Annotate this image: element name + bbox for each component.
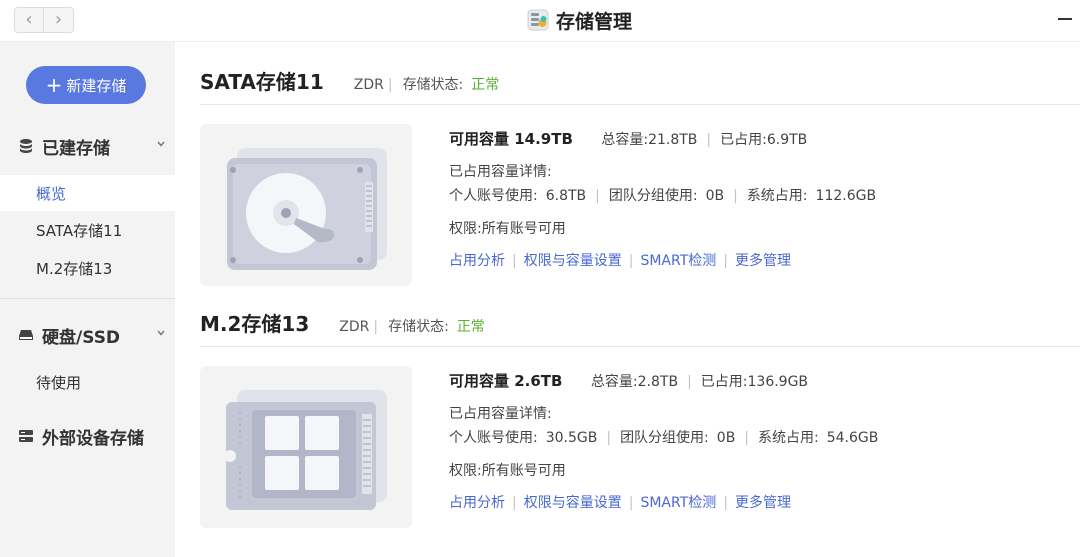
- used-value: 136.9GB: [747, 374, 809, 390]
- chevron-left-icon: ‹: [25, 9, 33, 30]
- used-label: 已占用:: [720, 132, 767, 148]
- storage-app-icon: [527, 9, 549, 31]
- personal-label: 个人账号使用:: [449, 188, 538, 204]
- total-value: 21.8TB: [648, 132, 698, 148]
- team-value: 0B: [705, 188, 725, 204]
- new-storage-button[interactable]: + 新建存储: [26, 66, 146, 104]
- storage-meta: ZDR | 存储状态: 正常: [353, 77, 500, 93]
- sidebar-item-pending[interactable]: 待使用: [0, 364, 175, 400]
- total-label: 总容量:: [590, 374, 638, 390]
- window-title: 存储管理: [556, 10, 633, 33]
- usage-analysis-link[interactable]: 占用分析: [449, 253, 505, 269]
- external-storage-icon: [19, 430, 33, 442]
- status-label: 存储状态:: [388, 319, 449, 335]
- used-value: 6.9TB: [766, 132, 808, 148]
- usage-detail-title: 已占用容量详情:: [449, 164, 552, 180]
- plus-icon: +: [45, 73, 63, 97]
- back-button[interactable]: ‹: [14, 7, 44, 33]
- system-label: 系统占用:: [746, 188, 808, 204]
- system-label: 系统占用:: [758, 430, 819, 446]
- total-label: 总容量:: [601, 132, 649, 148]
- sidebar-group-built-storage[interactable]: 已建存储: [18, 134, 170, 159]
- main-content: SATA存储11 ZDR | 存储状态: 正常 可用容量 14.9TB 总容量:…: [175, 42, 1080, 557]
- chevron-down-icon[interactable]: [156, 328, 166, 338]
- more-manage-link[interactable]: 更多管理: [735, 495, 791, 511]
- sidebar-divider: [0, 298, 175, 299]
- storage-title: SATA存储11: [200, 70, 324, 94]
- minimize-button[interactable]: [1056, 10, 1074, 28]
- storage-meta: ZDR | 存储状态: 正常: [339, 319, 485, 335]
- storage-title: M.2存储13: [200, 312, 310, 336]
- sidebar-item-m2-storage[interactable]: M.2存储13: [0, 250, 175, 286]
- available-capacity: 可用容量 14.9TB: [449, 130, 573, 148]
- m2-ssd-illustration: [200, 366, 412, 528]
- smart-check-link[interactable]: SMART检测: [640, 253, 716, 269]
- permission-capacity-link[interactable]: 权限与容量设置: [524, 253, 622, 269]
- storage-header-sata: SATA存储11 ZDR | 存储状态: 正常: [200, 66, 499, 95]
- section-divider: [200, 104, 1080, 105]
- sidebar-group-disk-ssd[interactable]: 硬盘/SSD: [18, 323, 170, 348]
- personal-label: 个人账号使用:: [449, 430, 538, 446]
- status-badge: 正常: [456, 319, 485, 335]
- usage-detail-title: 已占用容量详情:: [449, 406, 552, 422]
- permission-text: 权限:所有账号可用: [449, 221, 566, 237]
- system-value: 54.6GB: [826, 430, 879, 446]
- forward-button[interactable]: ›: [44, 7, 74, 33]
- database-icon: [20, 139, 32, 153]
- minimize-icon: [1058, 18, 1072, 20]
- sidebar-group-label: 硬盘/SSD: [42, 327, 121, 348]
- storage-type: ZDR: [339, 319, 370, 335]
- status-label: 存储状态:: [402, 77, 464, 93]
- available-capacity: 可用容量 2.6TB: [449, 372, 563, 390]
- sidebar: + 新建存储 已建存储 概览 SATA存储11 M.2存储13 硬盘/SSD 待…: [0, 42, 175, 557]
- sidebar-group-label: 外部设备存储: [42, 428, 144, 449]
- sidebar-item-sata-storage[interactable]: SATA存储11: [0, 212, 175, 248]
- personal-value: 30.5GB: [545, 430, 598, 446]
- sidebar-group-label: 已建存储: [42, 138, 110, 159]
- drive-icon: [19, 330, 33, 340]
- nav-buttons: ‹ ›: [14, 7, 74, 33]
- team-label: 团队分组使用:: [608, 188, 698, 204]
- chevron-down-icon[interactable]: [156, 139, 166, 149]
- team-label: 团队分组使用:: [620, 430, 709, 446]
- hdd-illustration: [200, 124, 412, 286]
- used-label: 已占用:: [700, 374, 748, 390]
- personal-value: 6.8TB: [545, 188, 587, 204]
- window-title-area: 存储管理: [526, 7, 632, 33]
- sidebar-item-overview[interactable]: 概览: [0, 175, 175, 211]
- team-value: 0B: [716, 430, 736, 446]
- new-storage-label: 新建存储: [66, 76, 127, 95]
- usage-analysis-link[interactable]: 占用分析: [449, 495, 505, 511]
- status-badge: 正常: [471, 77, 500, 93]
- total-value: 2.8TB: [637, 374, 679, 390]
- section-divider: [200, 346, 1080, 347]
- storage-type: ZDR: [353, 77, 384, 93]
- storage-header-m2: M.2存储13 ZDR | 存储状态: 正常: [200, 308, 485, 337]
- more-manage-link[interactable]: 更多管理: [735, 253, 791, 269]
- system-value: 112.6GB: [815, 188, 877, 204]
- permission-text: 权限:所有账号可用: [449, 463, 566, 479]
- permission-capacity-link[interactable]: 权限与容量设置: [524, 495, 622, 511]
- title-bar: ‹ › 存储管理: [0, 0, 1080, 42]
- sidebar-group-external-storage[interactable]: 外部设备存储: [18, 424, 170, 449]
- chevron-right-icon: ›: [54, 9, 63, 30]
- smart-check-link[interactable]: SMART检测: [640, 495, 716, 511]
